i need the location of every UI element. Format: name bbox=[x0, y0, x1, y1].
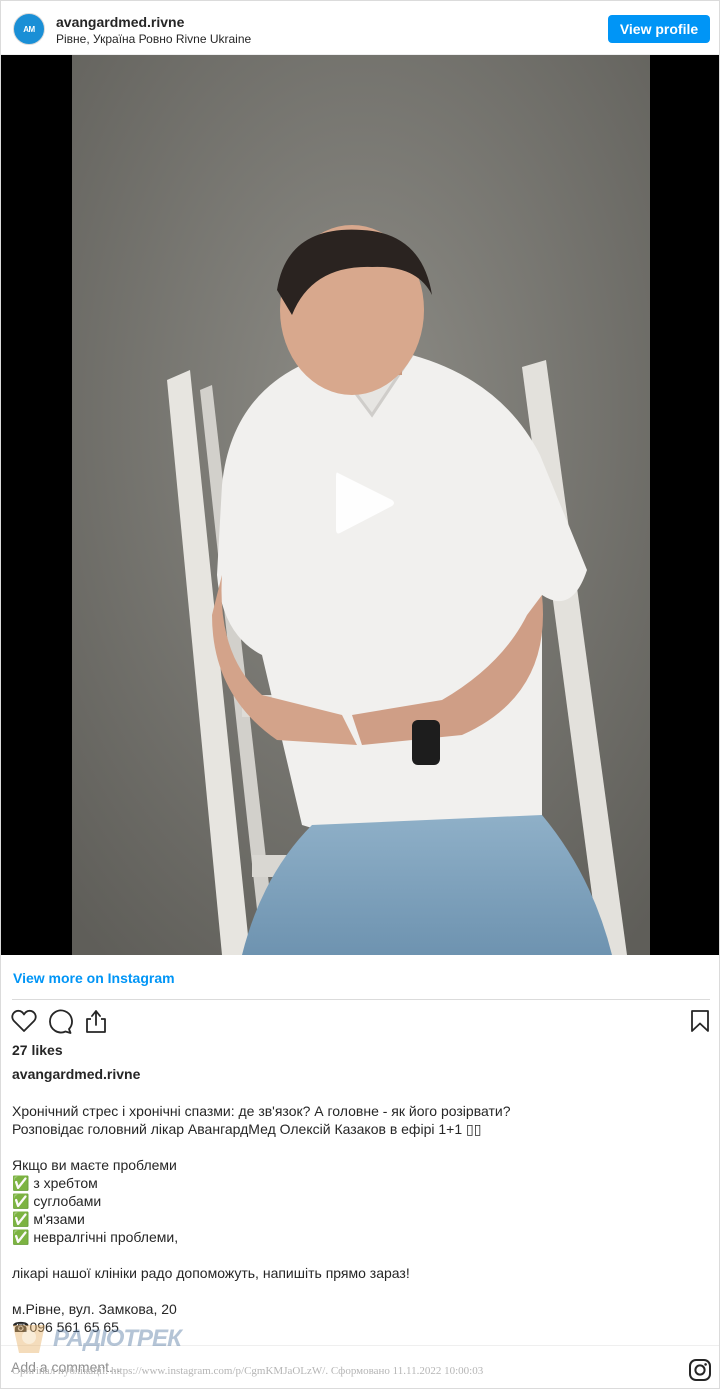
instagram-embed-card: AM avangardmed.rivne Рівне, Україна Ровн… bbox=[0, 0, 720, 1389]
post-media[interactable] bbox=[1, 55, 719, 955]
source-line: Оригінал публікації: https://www.instagr… bbox=[12, 1365, 484, 1377]
instagram-icon[interactable] bbox=[688, 1358, 712, 1382]
caption-line bbox=[12, 1282, 710, 1300]
watermark: РАДІОТРЕК bbox=[9, 1319, 182, 1363]
divider bbox=[12, 999, 710, 1000]
share-icon[interactable] bbox=[84, 1008, 108, 1034]
caption-line: Розповідає головний лікар АвангардМед Ол… bbox=[12, 1121, 482, 1137]
caption-line: м.Рівне, вул. Замкова, 20 bbox=[12, 1301, 177, 1317]
avatar[interactable]: AM bbox=[13, 13, 45, 45]
post-header: AM avangardmed.rivne Рівне, Україна Ровн… bbox=[1, 1, 719, 55]
comment-icon[interactable] bbox=[47, 1009, 73, 1035]
caption-line: ✅ суглобами bbox=[12, 1193, 102, 1209]
caption-username[interactable]: avangardmed.rivne bbox=[12, 1066, 140, 1082]
caption-line bbox=[12, 1246, 710, 1264]
watermark-logo-icon bbox=[13, 1325, 45, 1353]
caption-line: Хронічний стрес і хронічні спазми: де зв… bbox=[12, 1103, 511, 1119]
watermark-text: РАДІОТРЕК bbox=[53, 1325, 182, 1352]
header-username[interactable]: avangardmed.rivne bbox=[56, 14, 184, 30]
post-caption: Хронічний стрес і хронічні спазми: де зв… bbox=[12, 1102, 710, 1336]
likes-count[interactable]: 27 likes bbox=[12, 1042, 63, 1058]
caption-line: Якщо ви маєте проблеми bbox=[12, 1157, 177, 1173]
header-location[interactable]: Рівне, Україна Ровно Rivne Ukraine bbox=[56, 32, 251, 46]
view-profile-button[interactable]: View profile bbox=[608, 15, 710, 43]
caption-line: ✅ невралгічні проблеми, bbox=[12, 1229, 179, 1245]
view-more-link[interactable]: View more on Instagram bbox=[13, 970, 175, 986]
caption-line: ✅ м'язами bbox=[12, 1211, 85, 1227]
brand-logo-icon: AM bbox=[23, 24, 35, 34]
caption-line: ✅ з хребтом bbox=[12, 1175, 98, 1191]
bookmark-icon[interactable] bbox=[690, 1009, 710, 1033]
caption-line bbox=[12, 1138, 710, 1156]
heart-icon[interactable] bbox=[11, 1009, 37, 1033]
caption-line: лікарі нашої клініки радо допоможуть, на… bbox=[12, 1265, 410, 1281]
play-icon[interactable] bbox=[332, 469, 398, 537]
